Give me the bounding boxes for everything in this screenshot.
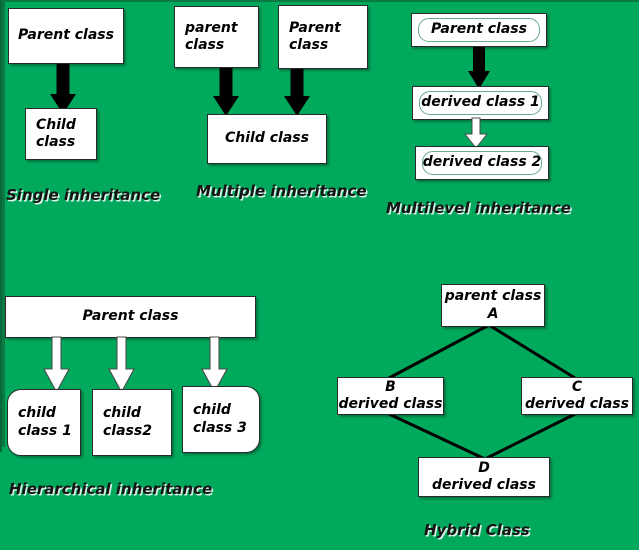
node-label: Parent class [82, 308, 179, 325]
node-hierarchical-parent: Parent class [5, 296, 256, 338]
node-label: parent [185, 19, 238, 36]
edge-hierarchical-parent-to-child2 [108, 336, 136, 394]
node-hierarchical-child-2: child class2 [92, 389, 172, 456]
node-label: class [36, 134, 76, 150]
node-label: A [487, 305, 499, 322]
arrow-shaft [290, 69, 304, 98]
edge-hybrid-a-to-c [488, 323, 576, 380]
hollow-arrow-glyph [463, 117, 489, 149]
node-label: Parent class [18, 27, 114, 44]
edge-hybrid-b-to-d [388, 412, 486, 461]
caption-hybrid-class: Hybrid Class [424, 521, 530, 539]
node-label: Parent [289, 19, 341, 36]
edge-hybrid-a-to-b [388, 323, 490, 380]
canvas-left-border-inner [0, 0, 2, 452]
node-single-parent: Parent class [8, 8, 124, 64]
node-label: derived class [525, 396, 629, 412]
node-label: derived class [338, 396, 443, 412]
node-label: C [571, 378, 583, 395]
node-label: D [478, 459, 490, 476]
arrow-head [284, 96, 310, 116]
edge-hybrid-c-to-d [484, 412, 576, 461]
node-multilevel-derived-2: derived class 2 [415, 146, 549, 180]
node-label: Child [36, 116, 76, 133]
edge-multiple-parent2-to-child [278, 69, 316, 116]
node-label: class2 [103, 422, 152, 439]
node-hybrid-a: parent class A [441, 284, 545, 327]
hollow-arrow-glyph [201, 336, 228, 394]
node-label: Child class [225, 130, 309, 147]
node-label: class 3 [193, 419, 247, 436]
node-label: child [103, 405, 141, 421]
caption-single-inheritance: Single inheritance [6, 186, 161, 204]
arrow-shaft [473, 47, 485, 72]
canvas-top-border [0, 0, 639, 2]
node-label: parent class [444, 288, 542, 304]
node-hybrid-d: D derived class [418, 457, 550, 497]
arrow-shaft [56, 64, 70, 96]
node-label: derived class 1 [421, 94, 540, 111]
node-label: Parent class [431, 21, 527, 38]
caption-multilevel-inheritance: Multilevel inheritance [386, 199, 571, 217]
node-hybrid-b: B derived class [337, 377, 444, 415]
edge-multilevel-derived1-to-derived2 [463, 117, 489, 149]
node-hierarchical-child-1: child class 1 [7, 389, 81, 456]
node-single-child: Child class [25, 108, 97, 160]
hollow-arrow-glyph [108, 336, 135, 394]
node-label: B [385, 378, 396, 395]
edge-single-parent-to-child [43, 64, 83, 114]
edge-multiple-parent1-to-child [207, 68, 245, 116]
node-multiple-child: Child class [207, 114, 327, 164]
node-label: class [185, 37, 225, 53]
edge-multilevel-parent-to-derived1 [461, 47, 497, 89]
node-hierarchical-child-3: child class 3 [182, 386, 260, 453]
node-multiple-parent-2: Parent class [278, 5, 368, 69]
node-label: child [193, 402, 231, 418]
caption-hierarchical-inheritance: Hierarchical inheritance [9, 480, 213, 498]
node-multilevel-parent: Parent class [411, 13, 547, 47]
node-hybrid-c: C derived class [521, 377, 633, 415]
caption-multiple-inheritance: Multiple inheritance [196, 182, 367, 200]
node-label: class [289, 37, 329, 53]
node-label: derived class [432, 477, 536, 493]
arrow-shaft [219, 68, 233, 98]
arrow-head [213, 96, 239, 116]
node-multilevel-derived-1: derived class 1 [412, 86, 549, 120]
inheritance-diagram-canvas: Parent class Child class Single inherita… [0, 0, 639, 550]
node-label: child [18, 405, 56, 421]
edge-hierarchical-parent-to-child1 [43, 336, 71, 394]
node-label: derived class 2 [422, 154, 542, 171]
node-label: class 1 [18, 422, 72, 439]
hollow-arrow-glyph [43, 336, 70, 394]
node-multiple-parent-1: parent class [174, 6, 259, 68]
edge-hierarchical-parent-to-child3 [201, 336, 229, 394]
